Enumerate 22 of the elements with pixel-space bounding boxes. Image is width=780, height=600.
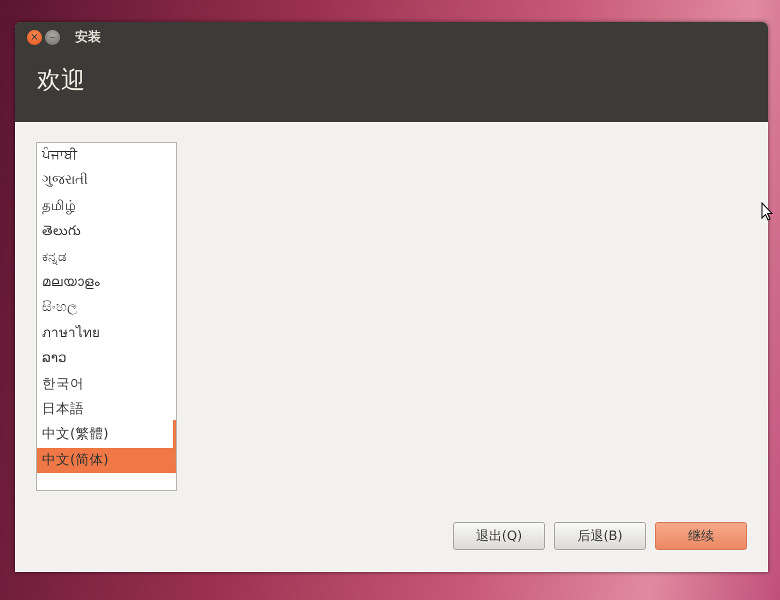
language-item[interactable]: 中文(简体) [37, 448, 176, 474]
language-item[interactable]: ગુજરાતી [37, 168, 172, 194]
language-item[interactable]: ລາວ [37, 346, 172, 372]
dialog-button[interactable]: 退出(Q) [453, 522, 545, 550]
close-button[interactable]: × [27, 30, 42, 44]
window-title: 安装 [75, 28, 101, 46]
minimize-button[interactable]: – [45, 30, 60, 44]
language-item[interactable]: தமிழ் [37, 194, 172, 220]
language-item[interactable]: ภาษาไทย [37, 320, 172, 346]
language-item[interactable]: 日本語 [37, 396, 172, 422]
language-item[interactable]: සිංහල [37, 295, 172, 321]
mouse-pointer-icon [761, 202, 773, 221]
language-item[interactable]: മലയാളം [37, 270, 172, 296]
language-item[interactable]: ਪੰਜਾਬੀ [37, 143, 172, 168]
page-title: 欢迎 [36, 65, 86, 96]
language-item[interactable]: తెలుగు [37, 219, 172, 245]
language-item[interactable]: ಕನ್ನಡ [37, 244, 172, 270]
language-item[interactable]: 中文(繁體) [37, 422, 172, 448]
dialog-button[interactable]: 继续 [655, 522, 747, 550]
dialog-button[interactable]: 后退(B) [554, 522, 646, 550]
scrollbar[interactable] [173, 420, 176, 466]
language-item[interactable]: 한국어 [37, 372, 172, 397]
